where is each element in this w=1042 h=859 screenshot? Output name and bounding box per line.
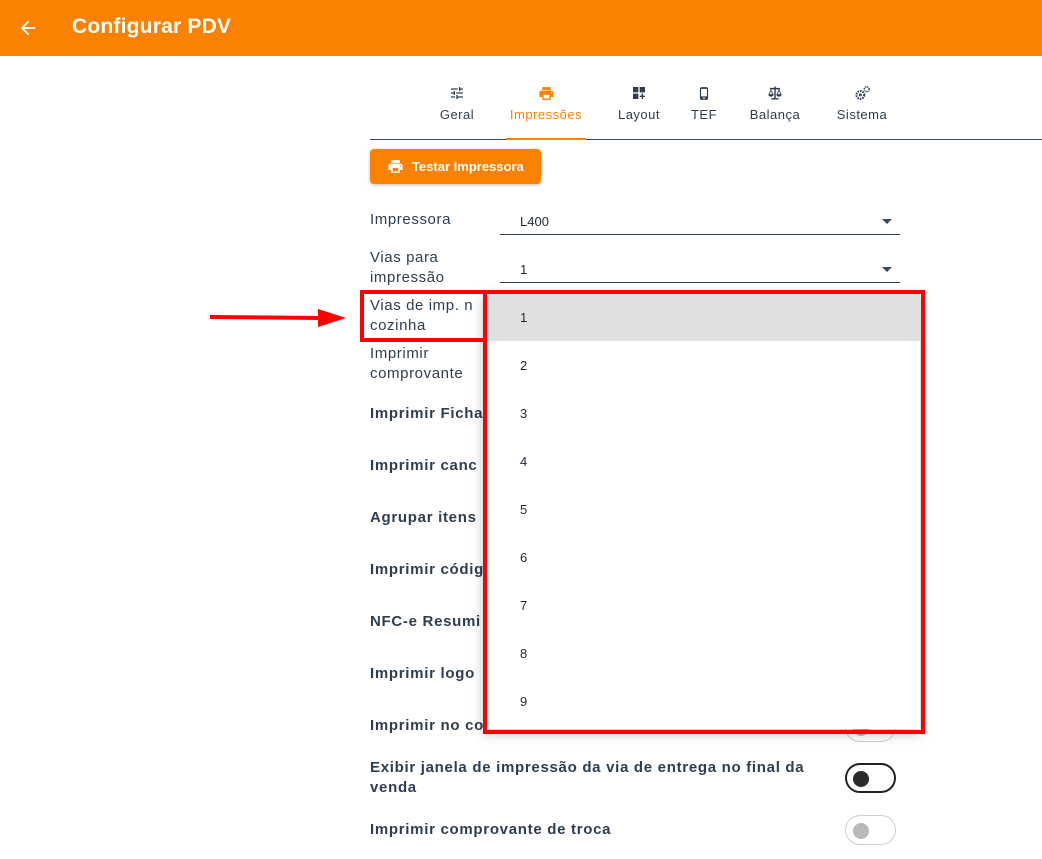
option-label: 1 <box>520 310 528 325</box>
option-label: 4 <box>520 454 528 469</box>
vias-cozinha-label-line2: cozinha <box>370 317 426 334</box>
vias-label-line1: Vias para <box>370 249 439 266</box>
setting-label: venda <box>370 779 417 796</box>
impressora-select[interactable]: L400 <box>500 207 900 235</box>
option-label: 7 <box>520 598 528 613</box>
setting-label: Imprimir comprovante de troca <box>370 821 612 838</box>
gears-icon <box>853 84 871 102</box>
toggle-switch[interactable] <box>845 815 896 845</box>
printer-icon <box>537 84 555 102</box>
tab-impressoes[interactable]: Impressões <box>506 74 586 140</box>
setting-label: Agrupar itens <box>370 509 477 526</box>
chevron-down-icon <box>882 219 892 224</box>
page-title: Configurar PDV <box>72 15 232 38</box>
setting-label: Imprimir no co <box>370 717 484 734</box>
option-label: 9 <box>520 694 528 709</box>
option-label: 8 <box>520 646 528 661</box>
setting-label: Exibir janela de impressão da via de ent… <box>370 759 805 776</box>
dropdown-option[interactable]: 1 <box>484 293 920 341</box>
setting-label: Imprimir logo <box>370 665 475 682</box>
phone-icon <box>695 84 713 102</box>
arrow-left-icon <box>20 20 36 36</box>
toggle-knob <box>853 771 869 787</box>
vias-dropdown-menu: 1 2 3 4 5 6 7 8 9 <box>484 293 920 729</box>
dropdown-option[interactable]: 5 <box>484 485 920 533</box>
toggle-switch[interactable] <box>845 763 896 793</box>
layout-grid-icon <box>630 84 648 102</box>
sliders-icon <box>448 84 466 102</box>
tab-label: Sistema <box>836 107 888 122</box>
option-label: 5 <box>520 502 528 517</box>
tab-label: Layout <box>617 107 661 122</box>
dropdown-option[interactable]: 8 <box>484 629 920 677</box>
option-label: 3 <box>520 406 528 421</box>
dropdown-option[interactable]: 2 <box>484 341 920 389</box>
comprovante-label-line1: Imprimir <box>370 345 429 362</box>
app-bar: Configurar PDV <box>0 0 1042 56</box>
select-value: 1 <box>520 262 528 277</box>
dropdown-option[interactable]: 6 <box>484 533 920 581</box>
select-value: L400 <box>520 214 549 229</box>
impressora-label: Impressora <box>370 211 452 228</box>
tab-geral[interactable]: Geral <box>437 74 477 139</box>
tab-label: Balança <box>749 107 801 122</box>
setting-label: Imprimir Ficha <box>370 405 484 422</box>
setting-label: Imprimir códig <box>370 561 484 578</box>
vias-select[interactable]: 1 <box>500 255 900 283</box>
comprovante-label-line2: comprovante <box>370 365 464 382</box>
toggle-knob <box>853 823 869 839</box>
tab-label: Geral <box>439 107 475 122</box>
tab-label: Impressões <box>509 107 583 122</box>
tab-balanca[interactable]: Balança <box>746 74 804 139</box>
vias-cozinha-label-line1: Vias de imp. n <box>370 297 474 314</box>
setting-label: Imprimir canc <box>370 457 478 474</box>
button-label: Testar Impressora <box>412 159 524 174</box>
dropdown-option[interactable]: 9 <box>484 677 920 725</box>
tab-layout[interactable]: Layout <box>615 74 663 139</box>
tab-tef[interactable]: TEF <box>690 74 718 139</box>
setting-label: NFC-e Resumi <box>370 613 481 630</box>
scale-icon <box>766 84 784 102</box>
chevron-down-icon <box>882 267 892 272</box>
dropdown-option[interactable]: 3 <box>484 389 920 437</box>
tab-bar: Geral Impressões Layout TEF Balança Sist… <box>370 74 1042 140</box>
tab-sistema[interactable]: Sistema <box>834 74 890 139</box>
option-label: 6 <box>520 550 528 565</box>
back-button[interactable] <box>14 14 42 42</box>
dropdown-option[interactable]: 4 <box>484 437 920 485</box>
option-label: 2 <box>520 358 528 373</box>
dropdown-option[interactable]: 7 <box>484 581 920 629</box>
tab-label: TEF <box>690 107 718 122</box>
vias-label-line2: impressão <box>370 269 445 286</box>
test-printer-button[interactable]: Testar Impressora <box>370 149 541 184</box>
printer-icon <box>388 160 403 173</box>
annotation-arrow-icon <box>210 309 346 327</box>
